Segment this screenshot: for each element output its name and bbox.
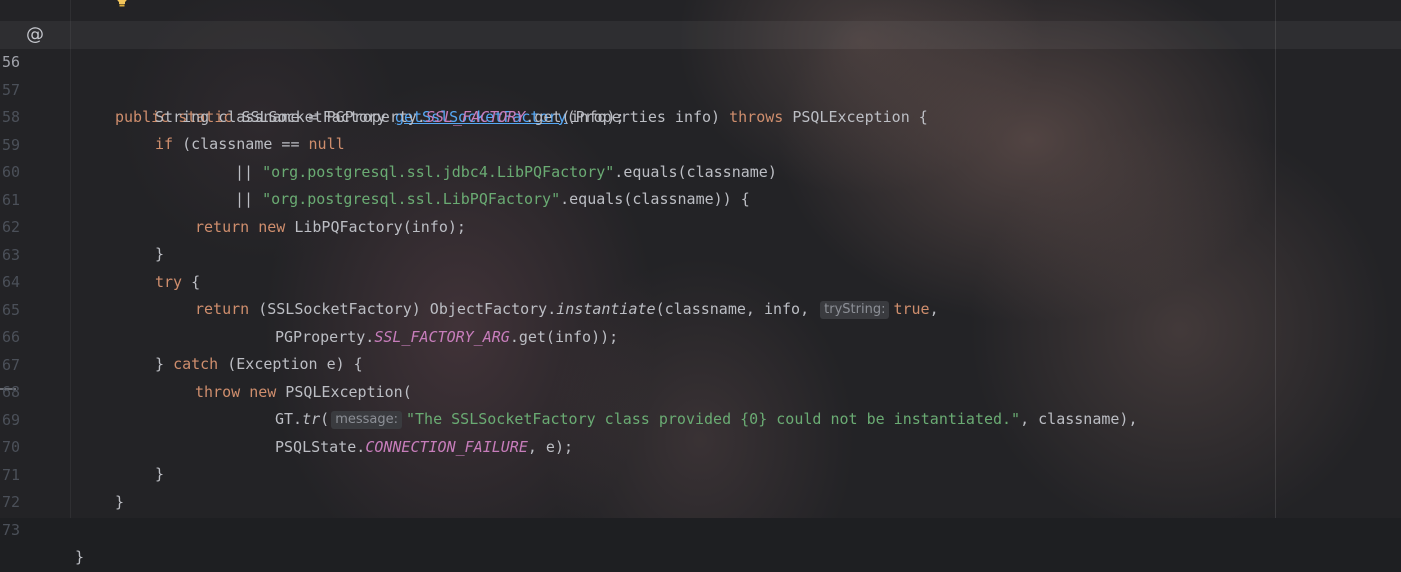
code-line-59[interactable]: 59 || "org.postgresql.ssl.jdbc4.LibPQFac… (0, 104, 1401, 182)
code-line-61[interactable]: 61 return new LibPQFactory(info); (0, 159, 1401, 237)
code-line-58[interactable]: 58 if (classname == null (0, 76, 1401, 154)
code-line-69[interactable]: 69 PSQLState.CONNECTION_FAILURE, e); (0, 379, 1401, 457)
line-number: 73 (1, 520, 20, 539)
code-line-64[interactable]: 64 return (SSLSocketFactory) ObjectFacto… (0, 241, 1401, 319)
code-line-65[interactable]: 65 PGProperty.SSL_FACTORY_ARG.get(info))… (0, 269, 1401, 347)
code-line-73[interactable]: 73 } (0, 489, 1401, 567)
code-line-57[interactable]: 57 String classname = PGProperty.SSL_FAC… (0, 49, 1401, 127)
code-line-66[interactable]: 66 } catch (Exception e) { (0, 296, 1401, 374)
override-at-icon[interactable]: @ (25, 25, 45, 45)
code-line-70[interactable]: 70 } (0, 406, 1401, 484)
code-line-68[interactable]: 68 GT.tr(message: "The SSLSocketFactory c… (0, 351, 1401, 429)
code-line-63[interactable]: 63 try { (0, 214, 1401, 292)
code-line-60[interactable]: 60 || "org.postgresql.ssl.LibPQFactory".… (0, 131, 1401, 209)
code-text: } (75, 548, 85, 566)
code-line-72[interactable]: 72 (0, 461, 1401, 511)
lightbulb-icon[interactable] (114, 0, 130, 8)
code-line-62[interactable]: 62 } (0, 186, 1401, 264)
code-line-67[interactable]: 67 throw new PSQLException( (0, 324, 1401, 402)
code-line-71[interactable]: 71 } (0, 434, 1401, 512)
code-line-56[interactable]: 56 @ public static SSLSocketFactory getS… (0, 21, 1401, 126)
